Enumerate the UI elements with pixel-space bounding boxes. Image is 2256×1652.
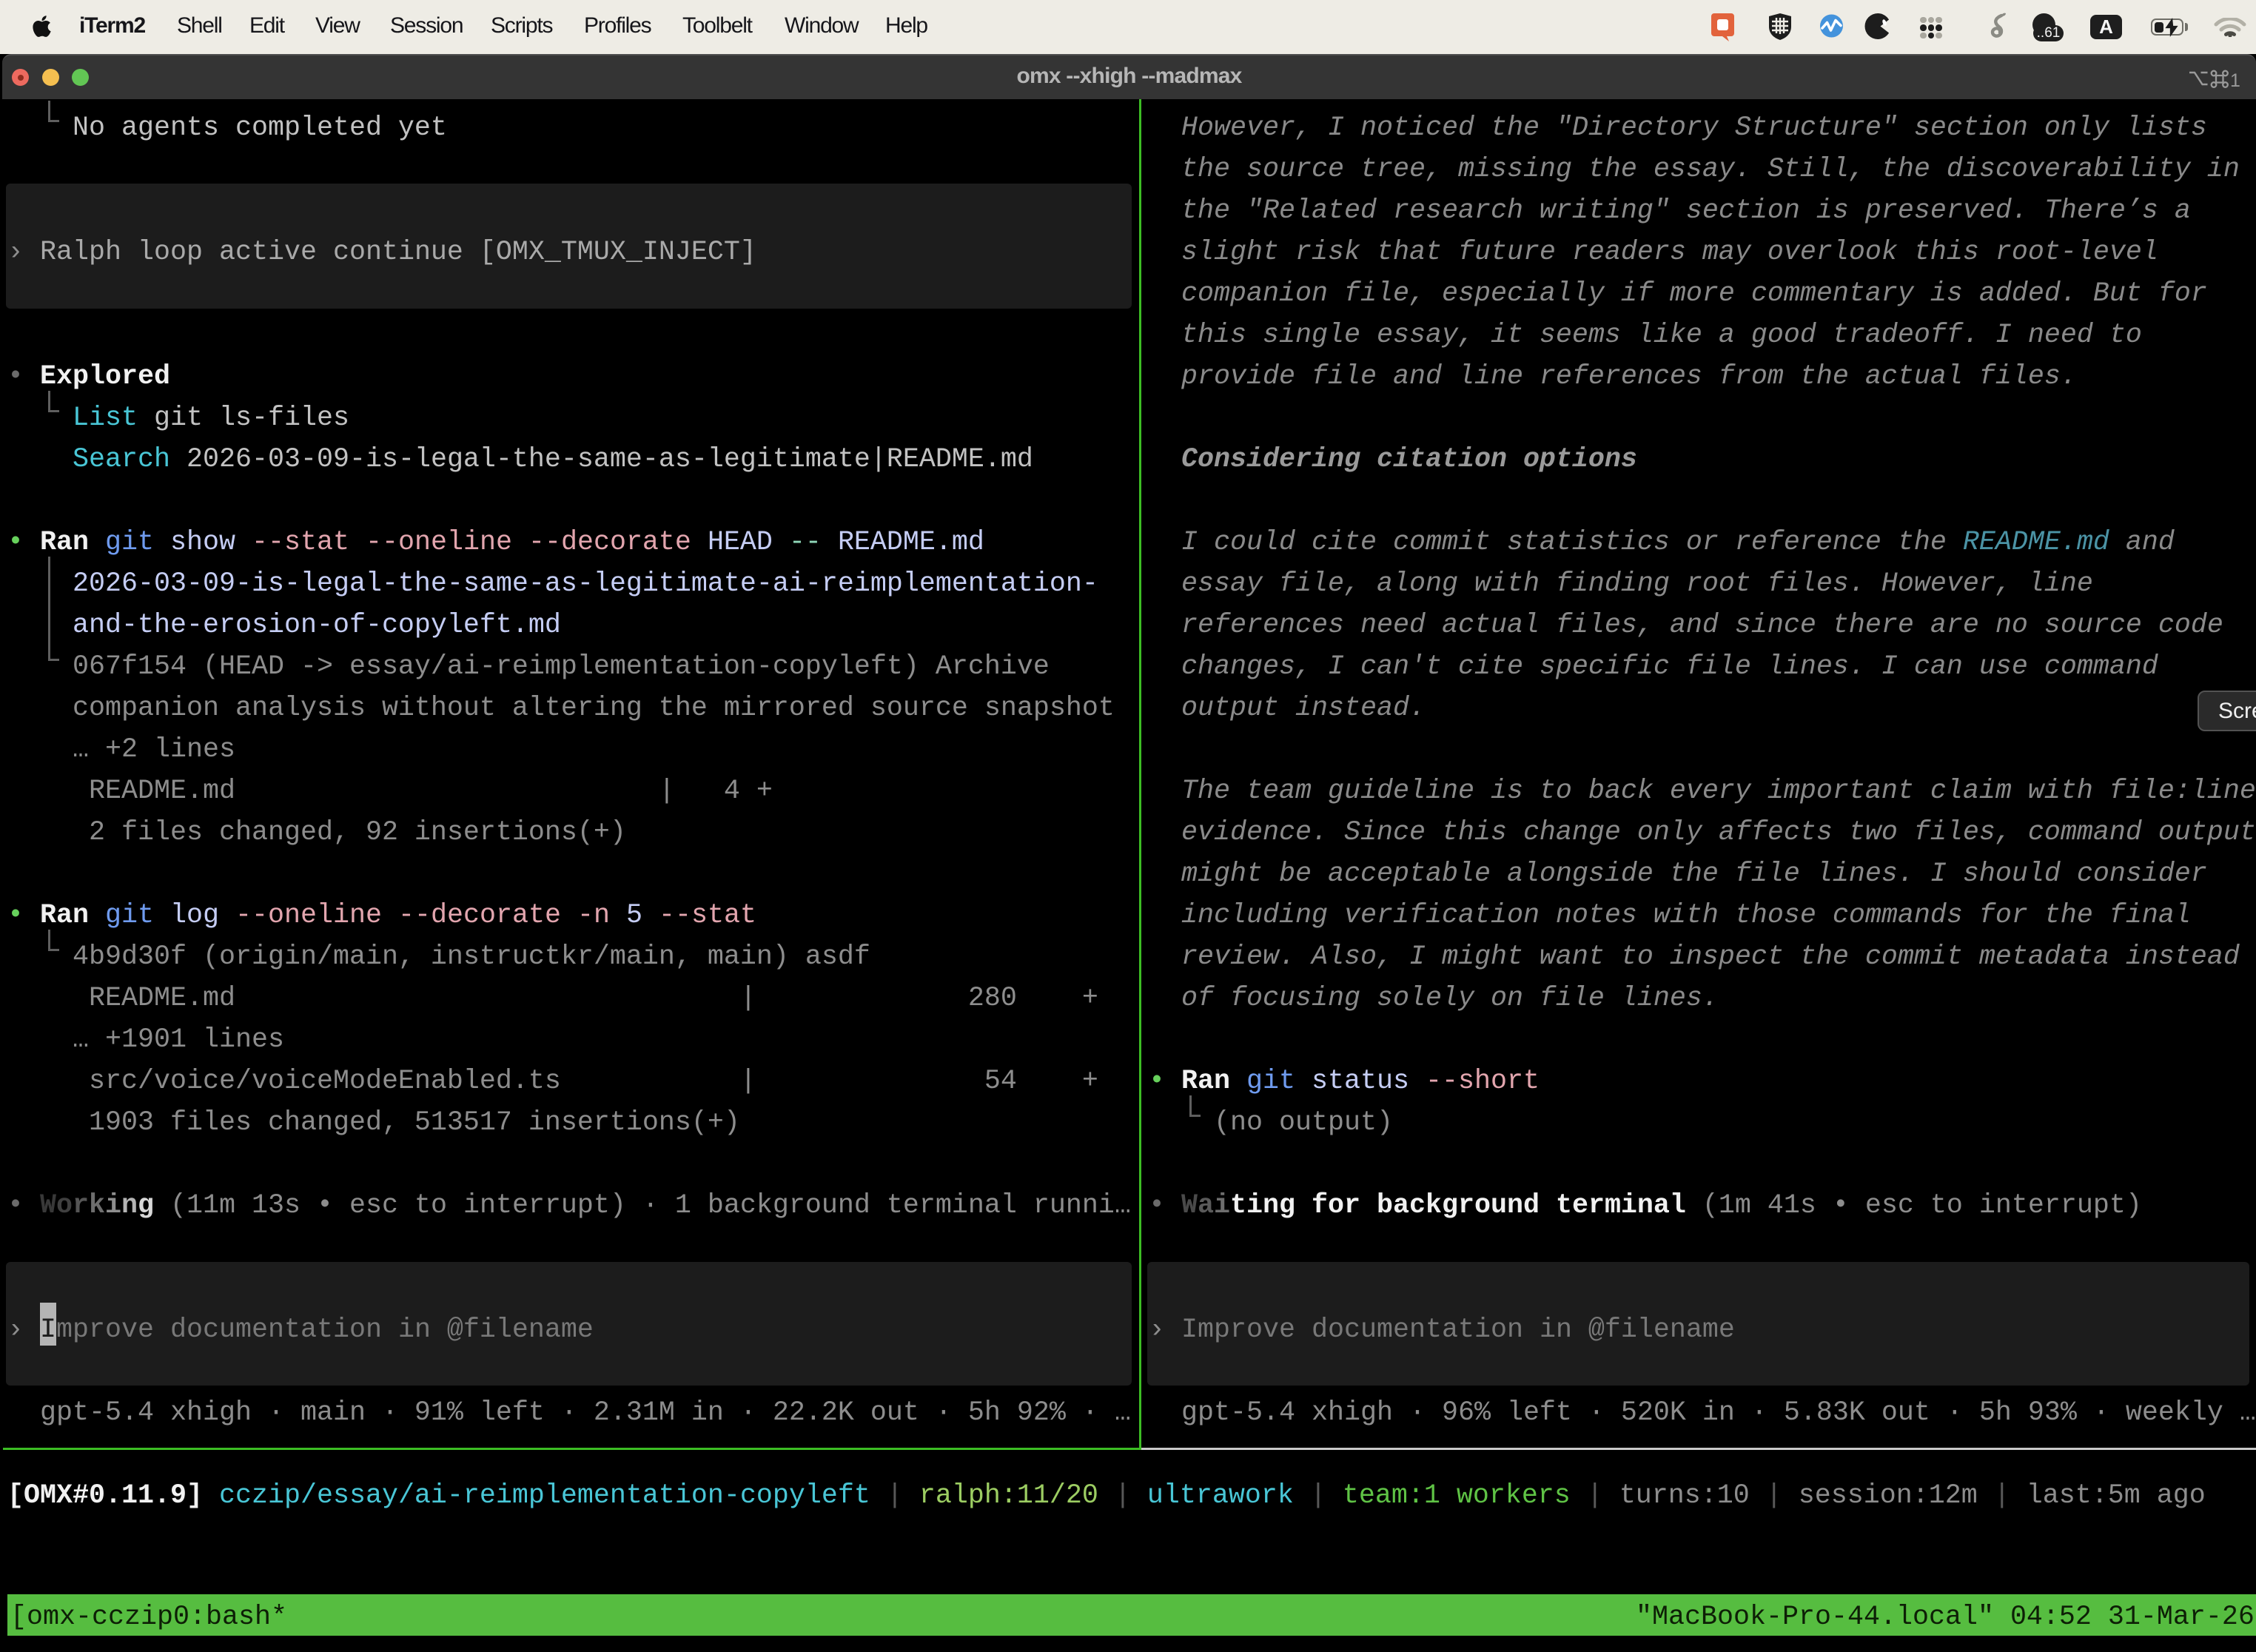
svg-text:1: 1 <box>2230 70 2240 90</box>
